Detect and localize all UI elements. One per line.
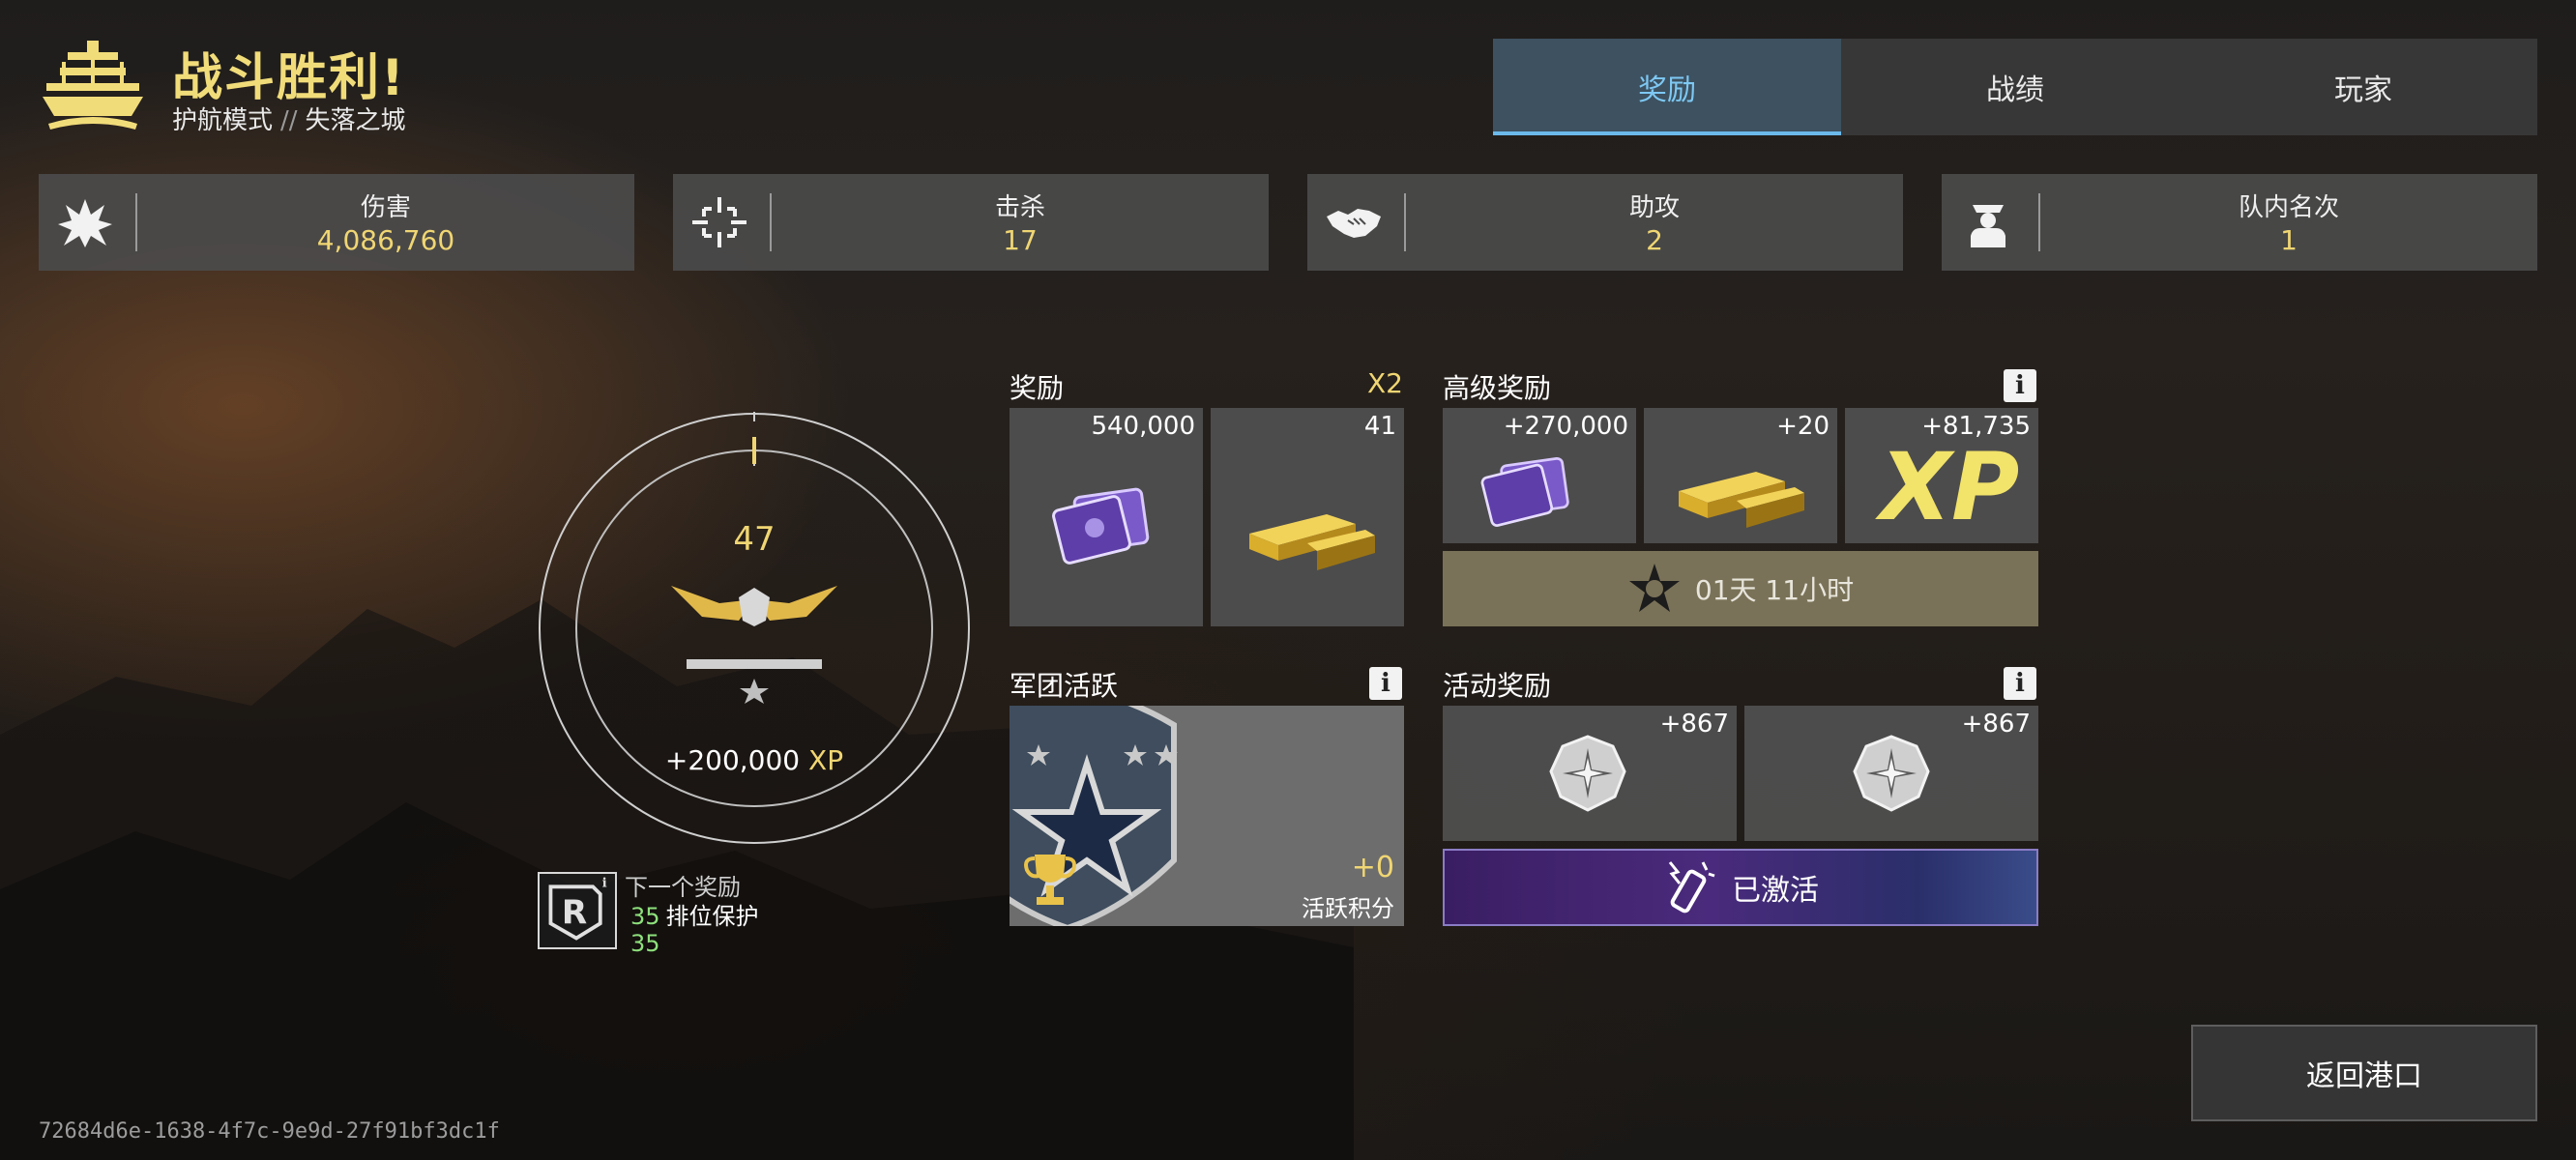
next-reward-name: 排位保护 bbox=[665, 903, 759, 930]
svg-text:i: i bbox=[602, 876, 607, 890]
event-reward-2[interactable]: +867 bbox=[1744, 706, 2038, 841]
gold-bars-icon bbox=[1249, 514, 1375, 570]
crosshair-icon bbox=[692, 197, 746, 247]
legion-activity-title: 军团活跃 bbox=[1010, 670, 1119, 702]
event-rewards-title: 活动奖励 bbox=[1443, 670, 1552, 702]
next-reward[interactable]: R i 下一个奖励 35 排位保护 35 bbox=[538, 868, 828, 965]
activated-bonus-button[interactable]: 已激活 bbox=[1443, 849, 2038, 926]
premium-time-remaining: 01天 11小时 bbox=[1694, 574, 1855, 606]
handshake-icon bbox=[1327, 209, 1381, 238]
legion-points: +0 bbox=[1351, 851, 1394, 884]
event-reward-1[interactable]: +867 bbox=[1443, 706, 1737, 841]
tab-rewards[interactable]: 奖励 bbox=[1493, 39, 1841, 135]
captain-icon bbox=[1971, 205, 2005, 247]
rank-protection-icon: R i bbox=[538, 872, 617, 949]
page-title: 战斗胜利! bbox=[172, 49, 406, 107]
reward-amount: +867 bbox=[1659, 710, 1729, 739]
stat-value: 4,086,760 bbox=[316, 224, 455, 256]
result-tabs: 奖励 战绩 玩家 bbox=[1493, 39, 2537, 135]
stat-value: 1 bbox=[2280, 224, 2298, 256]
reward-amount: +867 bbox=[1961, 710, 2031, 739]
credits-icon bbox=[1480, 456, 1569, 527]
stat-value: 2 bbox=[1646, 224, 1663, 256]
reward-amount: 540,000 bbox=[1091, 412, 1195, 441]
premium-info-icon[interactable]: i bbox=[2004, 369, 2036, 402]
stat-kills: 击杀 17 bbox=[673, 174, 1269, 271]
stat-assists: 助攻 2 bbox=[1307, 174, 1903, 271]
session-id: 72684d6e-1638-4f7c-9e9d-27f91bf3dc1f bbox=[39, 1119, 500, 1144]
stat-label: 助攻 bbox=[1628, 193, 1680, 222]
compass-badge-icon bbox=[1853, 735, 1930, 812]
tab-performance[interactable]: 战绩 bbox=[1841, 39, 2189, 135]
map-name: 失落之城 bbox=[305, 106, 406, 135]
premium-reward-xp[interactable]: +81,735 XP bbox=[1845, 408, 2038, 543]
svg-text:R: R bbox=[562, 893, 587, 932]
reward-amount: +20 bbox=[1776, 412, 1830, 441]
stat-value: 17 bbox=[1003, 224, 1038, 256]
rank-insignia-icon bbox=[671, 586, 837, 704]
rewards-multiplier: X2 bbox=[1367, 367, 1403, 399]
battle-subtitle: 护航模式//失落之城 bbox=[172, 101, 406, 136]
explosion-icon bbox=[58, 199, 112, 247]
legion-points-label: 活跃积分 bbox=[1302, 895, 1394, 922]
rank-xp: +200,000 XP bbox=[609, 744, 899, 776]
reward-credits[interactable]: 540,000 bbox=[1010, 408, 1203, 626]
rank-level: 47 bbox=[733, 520, 776, 559]
stat-damage: 伤害 4,086,760 bbox=[39, 174, 634, 271]
trophy-icon bbox=[1024, 855, 1076, 905]
ship-emblem-icon bbox=[43, 41, 143, 130]
compass-badge-icon bbox=[1549, 735, 1626, 812]
return-to-port-button[interactable]: 返回港口 bbox=[2191, 1025, 2537, 1121]
stat-label: 击杀 bbox=[994, 193, 1045, 222]
premium-timer: 01天 11小时 bbox=[1443, 551, 2038, 626]
premium-reward-credits[interactable]: +270,000 bbox=[1443, 408, 1636, 543]
subtitle-separator: // bbox=[280, 106, 298, 135]
gold-bars-icon bbox=[1679, 472, 1804, 528]
next-reward-name-row: 35 排位保护 bbox=[630, 897, 759, 931]
reward-amount: 41 bbox=[1363, 412, 1396, 441]
reward-amount: +270,000 bbox=[1503, 412, 1628, 441]
xp-icon: XP bbox=[1880, 433, 2020, 541]
stat-team-rank: 队内名次 1 bbox=[1942, 174, 2537, 271]
premium-star-icon bbox=[1628, 564, 1680, 612]
rank-xp-amount: +200,000 bbox=[664, 744, 801, 776]
activated-label: 已激活 bbox=[1732, 874, 1819, 908]
game-mode: 护航模式 bbox=[172, 106, 274, 135]
rank-progress-ring bbox=[539, 412, 970, 844]
legion-info-icon[interactable]: i bbox=[1369, 667, 1402, 700]
premium-reward-gold[interactable]: +20 bbox=[1644, 408, 1837, 543]
stat-label: 队内名次 bbox=[2238, 193, 2339, 222]
rewards-title: 奖励 bbox=[1010, 372, 1065, 404]
booster-lightning-icon bbox=[1668, 861, 1715, 914]
next-reward-count: 35 bbox=[630, 930, 660, 957]
tab-players[interactable]: 玩家 bbox=[2189, 39, 2537, 135]
result-header: 战斗胜利! 护航模式//失落之城 bbox=[39, 35, 522, 141]
legion-activity-card[interactable]: +0 活跃积分 bbox=[1010, 706, 1404, 926]
next-reward-value: 35 bbox=[630, 903, 660, 930]
credits-icon bbox=[1052, 487, 1150, 565]
reward-gold[interactable]: 41 bbox=[1211, 408, 1404, 626]
event-info-icon[interactable]: i bbox=[2004, 667, 2036, 700]
premium-rewards-title: 高级奖励 bbox=[1443, 372, 1552, 404]
stat-label: 伤害 bbox=[360, 193, 411, 222]
rank-xp-unit: XP bbox=[808, 744, 844, 776]
